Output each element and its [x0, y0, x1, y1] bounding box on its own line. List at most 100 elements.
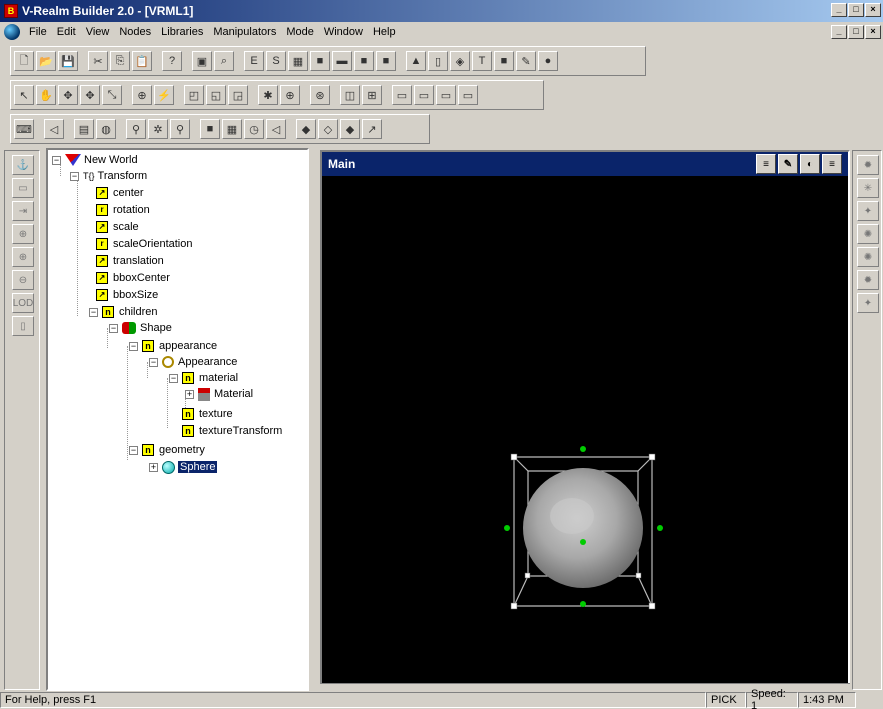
tb3-8-button[interactable]: ▦ — [222, 119, 242, 139]
scene-canvas[interactable] — [322, 176, 848, 686]
field-s-button[interactable]: S — [266, 51, 286, 71]
text-button[interactable]: T — [472, 51, 492, 71]
viewport-light-button[interactable]: ◐ — [800, 154, 820, 174]
expand-toggle[interactable]: − — [89, 307, 98, 317]
menu-file[interactable]: File — [24, 26, 52, 38]
tree-field-rotation[interactable]: r rotation — [96, 202, 150, 218]
viewport-layers-button[interactable]: ≡ — [822, 154, 842, 174]
light-tool-2-button[interactable]: ✦ — [857, 201, 879, 221]
node-c-button[interactable]: ▬ — [332, 51, 352, 71]
cylinder-button[interactable]: ▯ — [428, 51, 448, 71]
cut-button[interactable]: ✂ — [88, 51, 108, 71]
left-tool-5-button[interactable]: ⊖ — [12, 270, 34, 290]
menu-mode[interactable]: Mode — [281, 26, 319, 38]
menu-manipulators[interactable]: Manipulators — [208, 26, 281, 38]
tb3-14-button[interactable]: ↗ — [362, 119, 382, 139]
extrusion-button[interactable]: ◈ — [450, 51, 470, 71]
tree-node-shape[interactable]: − Shape — [109, 320, 172, 336]
tb2-0-button[interactable]: ↖ — [14, 85, 34, 105]
expand-toggle[interactable]: − — [169, 373, 178, 383]
left-tool-2-button[interactable]: ⇥ — [12, 201, 34, 221]
left-tool-3-button[interactable]: ⊕ — [12, 224, 34, 244]
zoom-button[interactable]: ⌕ — [214, 51, 234, 71]
tb2-11-button[interactable]: ⊕ — [280, 85, 300, 105]
copy-button[interactable]: ⎘ — [110, 51, 130, 71]
mdi-minimize-button[interactable]: _ — [831, 25, 847, 39]
tree-node-texture[interactable]: n texture — [182, 406, 233, 422]
tree-node-material-field[interactable]: − n material — [169, 370, 238, 386]
tb2-8-button[interactable]: ◱ — [206, 85, 226, 105]
cone-button[interactable]: ▲ — [406, 51, 426, 71]
tb3-0-button[interactable]: ⌨ — [14, 119, 34, 139]
tree-field-translation[interactable]: ↗ translation — [96, 253, 164, 269]
node-d-button[interactable]: ■ — [354, 51, 374, 71]
tb2-1-button[interactable]: ✋ — [36, 85, 56, 105]
left-tool-0-button[interactable]: ⚓ — [12, 155, 34, 175]
tree-node-material[interactable]: + Material — [185, 386, 253, 402]
close-button[interactable]: × — [865, 3, 881, 17]
tb2-16-button[interactable]: ▭ — [414, 85, 434, 105]
field-e-button[interactable]: E — [244, 51, 264, 71]
menu-edit[interactable]: Edit — [52, 26, 81, 38]
scene-tree[interactable]: − New World − T{} Transform ↗ center r rota… — [46, 148, 309, 691]
save-button[interactable]: 💾 — [58, 51, 78, 71]
sphere-button[interactable]: ● — [538, 51, 558, 71]
tb2-5-button[interactable]: ⊕ — [132, 85, 152, 105]
tree-node-appearance[interactable]: − Appearance — [149, 354, 237, 370]
tree-node-geometry[interactable]: − n geometry — [129, 442, 205, 458]
expand-toggle[interactable]: − — [109, 323, 118, 333]
tb3-7-button[interactable]: ■ — [200, 119, 220, 139]
new-button[interactable]: 🗋 — [14, 51, 34, 71]
tb2-2-button[interactable]: ✥ — [58, 85, 78, 105]
expand-toggle[interactable]: − — [70, 171, 79, 181]
expand-toggle[interactable]: + — [185, 389, 194, 399]
tb2-9-button[interactable]: ◲ — [228, 85, 248, 105]
tb2-15-button[interactable]: ▭ — [392, 85, 412, 105]
tree-field-scale[interactable]: ↗ scale — [96, 219, 139, 235]
node-b-button[interactable]: ■ — [310, 51, 330, 71]
tb2-7-button[interactable]: ◰ — [184, 85, 204, 105]
tb3-13-button[interactable]: ◆ — [340, 119, 360, 139]
tb2-4-button[interactable]: ⤡ — [102, 85, 122, 105]
mdi-restore-button[interactable]: □ — [848, 25, 864, 39]
expand-toggle[interactable]: − — [129, 341, 138, 351]
tree-node-new-world[interactable]: − New World — [52, 152, 138, 168]
left-tool-7-button[interactable]: ▯ — [12, 316, 34, 336]
3d-viewport[interactable]: Main ≡ ✎ ◐ ≡ — [320, 150, 850, 688]
tree-field-scaleOrientation[interactable]: r scaleOrientation — [96, 236, 193, 252]
tb3-10-button[interactable]: ◁ — [266, 119, 286, 139]
expand-toggle[interactable]: + — [149, 462, 158, 472]
tb3-3-button[interactable]: ◍ — [96, 119, 116, 139]
tree-field-bboxSize[interactable]: ↗ bboxSize — [96, 287, 158, 303]
tb3-11-button[interactable]: ◆ — [296, 119, 316, 139]
menu-nodes[interactable]: Nodes — [114, 26, 156, 38]
left-tool-1-button[interactable]: ▭ — [12, 178, 34, 198]
tb2-18-button[interactable]: ▭ — [458, 85, 478, 105]
menu-view[interactable]: View — [81, 26, 115, 38]
expand-toggle[interactable]: − — [149, 357, 158, 367]
menu-help[interactable]: Help — [368, 26, 401, 38]
tree-field-bboxCenter[interactable]: ↗ bboxCenter — [96, 270, 170, 286]
tb3-6-button[interactable]: ⚲ — [170, 119, 190, 139]
tree-field-center[interactable]: ↗ center — [96, 185, 144, 201]
expand-toggle[interactable]: − — [52, 155, 61, 165]
mdi-close-button[interactable]: × — [865, 25, 881, 39]
viewport-pencil-button[interactable]: ✎ — [778, 154, 798, 174]
box2-button[interactable]: ■ — [494, 51, 514, 71]
tree-node-texture-transform[interactable]: n textureTransform — [182, 423, 282, 439]
tb2-12-button[interactable]: ⊛ — [310, 85, 330, 105]
tree-node-appearance-field[interactable]: − n appearance — [129, 338, 217, 354]
tb2-10-button[interactable]: ✱ — [258, 85, 278, 105]
light-tool-4-button[interactable]: ✺ — [857, 247, 879, 267]
node-a-button[interactable]: ▦ — [288, 51, 308, 71]
tb2-14-button[interactable]: ⊞ — [362, 85, 382, 105]
help-button[interactable]: ? — [162, 51, 182, 71]
light-tool-5-button[interactable]: ✹ — [857, 270, 879, 290]
menu-window[interactable]: Window — [319, 26, 368, 38]
viewport-list-button[interactable]: ≡ — [756, 154, 776, 174]
tb2-6-button[interactable]: ⚡ — [154, 85, 174, 105]
tree-node-transform[interactable]: − T{} Transform — [70, 168, 147, 184]
light-tool-0-button[interactable]: ✹ — [857, 155, 879, 175]
left-tool-4-button[interactable]: ⊕ — [12, 247, 34, 267]
light-tool-3-button[interactable]: ✺ — [857, 224, 879, 244]
